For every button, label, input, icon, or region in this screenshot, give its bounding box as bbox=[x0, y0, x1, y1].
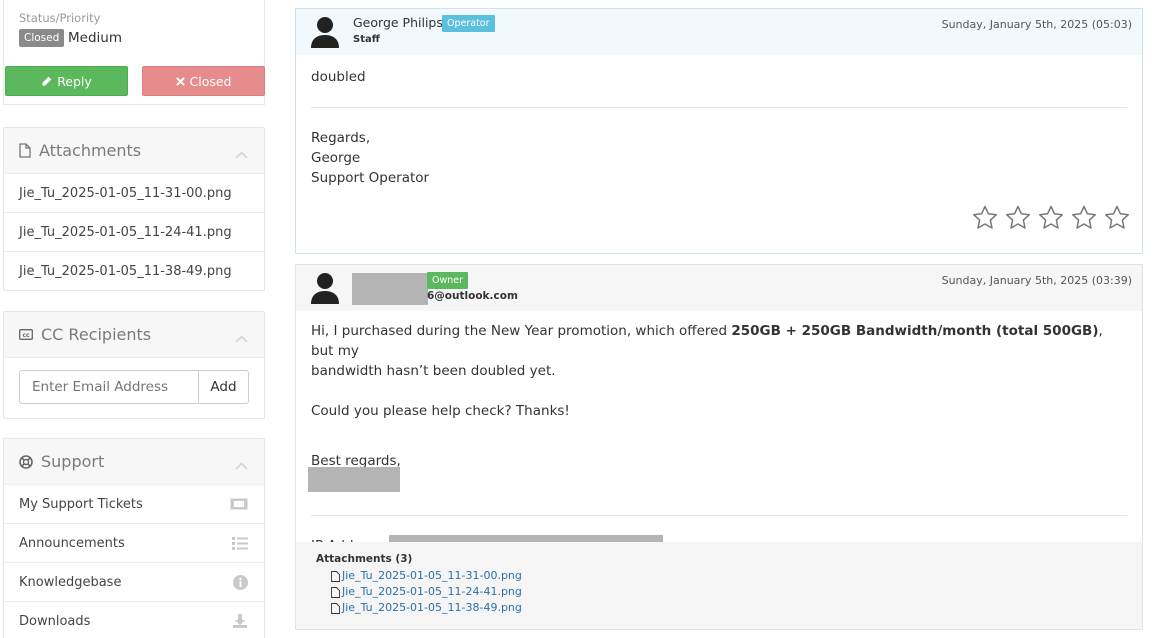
author-role: Staff bbox=[353, 34, 380, 45]
ticket-status-box: Status/Priority Closed Medium Reply Clos… bbox=[3, 0, 265, 105]
attachment-link-label: Jie_Tu_2025-01-05_11-24-41.png bbox=[342, 585, 522, 598]
life-ring-icon bbox=[19, 454, 33, 469]
star-icon[interactable] bbox=[1038, 205, 1064, 230]
attachment-link-label: Jie_Tu_2025-01-05_11-31-00.png bbox=[342, 569, 522, 582]
redacted-signature bbox=[308, 467, 400, 492]
add-cc-button[interactable]: Add bbox=[198, 370, 249, 404]
message-date: Sunday, January 5th, 2025 (03:39) bbox=[941, 274, 1132, 287]
star-icon[interactable] bbox=[1005, 205, 1031, 230]
attachment-item[interactable]: Jie_Tu_2025-01-05_11-24-41.png bbox=[4, 213, 264, 252]
file-icon bbox=[331, 602, 340, 614]
sidebar-item-announcements[interactable]: Announcements bbox=[4, 524, 264, 563]
star-icon[interactable] bbox=[1104, 205, 1130, 230]
owner-message: Owner 6@outlook.com Sunday, January 5th,… bbox=[295, 264, 1143, 630]
redacted-name bbox=[352, 273, 428, 305]
list-icon bbox=[232, 536, 248, 550]
sidebar-item-label: Announcements bbox=[19, 535, 125, 551]
support-title: Support bbox=[41, 452, 105, 471]
star-icon[interactable] bbox=[1071, 205, 1097, 230]
message-header: George Philips Operator Staff Sunday, Ja… bbox=[296, 9, 1142, 55]
ticket-icon bbox=[230, 498, 248, 510]
author-email: 6@outlook.com bbox=[427, 290, 518, 302]
message-paragraph: Hi, I purchased during the New Year prom… bbox=[311, 321, 1127, 361]
reply-button-label: Reply bbox=[57, 73, 92, 89]
priority-value: Medium bbox=[68, 30, 122, 46]
message-body: Hi, I purchased during the New Year prom… bbox=[296, 311, 1142, 498]
cc-email-input[interactable] bbox=[19, 370, 198, 404]
message-text: doubled bbox=[311, 69, 366, 85]
message-text: bandwidth hasn’t been doubled yet. bbox=[311, 363, 556, 379]
sidebar-item-label: Knowledgebase bbox=[19, 574, 122, 590]
reply-button[interactable]: Reply bbox=[5, 66, 128, 96]
operator-badge: Operator bbox=[442, 15, 495, 32]
message-text: Could you please help check? Thanks! bbox=[311, 403, 570, 419]
attachments-title: Attachments bbox=[39, 141, 142, 160]
svg-text:cc: cc bbox=[22, 332, 30, 339]
sidebar-item-label: Downloads bbox=[19, 613, 91, 629]
user-avatar-icon bbox=[311, 17, 339, 48]
file-icon bbox=[331, 586, 340, 598]
chevron-up-icon[interactable] bbox=[235, 144, 248, 163]
message-date: Sunday, January 5th, 2025 (05:03) bbox=[941, 18, 1132, 31]
support-panel-header[interactable]: Support bbox=[4, 439, 264, 485]
close-icon bbox=[175, 76, 185, 86]
author-name: George Philips bbox=[353, 15, 443, 30]
closed-button[interactable]: Closed bbox=[142, 66, 265, 96]
message-text: Hi, I purchased during the New Year prom… bbox=[311, 323, 732, 339]
attachment-link[interactable]: Jie_Tu_2025-01-05_11-31-00.png bbox=[316, 568, 1122, 584]
cc-recipients-panel: cc CC Recipients Add bbox=[3, 311, 265, 419]
owner-badge: Owner bbox=[427, 272, 469, 289]
star-icon[interactable] bbox=[972, 205, 998, 230]
attachment-item[interactable]: Jie_Tu_2025-01-05_11-38-49.png bbox=[4, 252, 264, 291]
download-icon bbox=[233, 614, 247, 628]
attachments-panel: Attachments Jie_Tu_2025-01-05_11-31-00.p… bbox=[3, 127, 265, 291]
sidebar-item-my-support-tickets[interactable]: My Support Tickets bbox=[4, 485, 264, 524]
sidebar: Status/Priority Closed Medium Reply Clos… bbox=[3, 0, 265, 638]
user-avatar-icon bbox=[311, 273, 339, 304]
cc-icon: cc bbox=[19, 329, 33, 340]
message-body: doubled bbox=[296, 55, 1142, 87]
chevron-up-icon[interactable] bbox=[235, 328, 248, 347]
cc-panel-header[interactable]: cc CC Recipients bbox=[4, 312, 264, 358]
signature-line: Support Operator bbox=[311, 170, 430, 186]
attachments-count-title: Attachments (3) bbox=[316, 553, 413, 565]
info-icon bbox=[233, 574, 248, 590]
signature-line: George bbox=[311, 150, 361, 166]
signature-line: Regards, bbox=[311, 130, 371, 146]
status-badge: Closed bbox=[19, 29, 65, 47]
attachment-link-label: Jie_Tu_2025-01-05_11-38-49.png bbox=[342, 601, 522, 614]
sidebar-item-knowledgebase[interactable]: Knowledgebase bbox=[4, 563, 264, 602]
pencil-icon bbox=[42, 76, 52, 86]
attachment-link[interactable]: Jie_Tu_2025-01-05_11-38-49.png bbox=[316, 600, 1122, 616]
message-bold-text: 250GB + 250GB Bandwidth/month (total 500… bbox=[731, 323, 1099, 339]
sidebar-item-downloads[interactable]: Downloads bbox=[4, 602, 264, 638]
file-icon bbox=[331, 570, 340, 582]
cc-title: CC Recipients bbox=[41, 325, 152, 344]
staff-reply-message: George Philips Operator Staff Sunday, Ja… bbox=[295, 8, 1143, 254]
message-attachments: Attachments (3) Jie_Tu_2025-01-05_11-31-… bbox=[296, 542, 1142, 629]
status-priority-label: Status/Priority bbox=[19, 11, 101, 25]
message-signature: Regards, George Support Operator bbox=[296, 108, 1142, 188]
chevron-up-icon[interactable] bbox=[235, 455, 248, 474]
message-header: Owner 6@outlook.com Sunday, January 5th,… bbox=[296, 265, 1142, 311]
rating-stars bbox=[972, 205, 1130, 230]
attachments-panel-header[interactable]: Attachments bbox=[4, 128, 264, 174]
attachment-link[interactable]: Jie_Tu_2025-01-05_11-24-41.png bbox=[316, 584, 1122, 600]
file-icon bbox=[19, 143, 31, 158]
closed-button-label: Closed bbox=[189, 73, 232, 89]
support-panel: Support My Support Tickets Announcements… bbox=[3, 438, 265, 638]
sidebar-item-label: My Support Tickets bbox=[19, 496, 143, 512]
attachment-item[interactable]: Jie_Tu_2025-01-05_11-31-00.png bbox=[4, 174, 264, 213]
message-closing: Best regards, bbox=[311, 453, 401, 469]
